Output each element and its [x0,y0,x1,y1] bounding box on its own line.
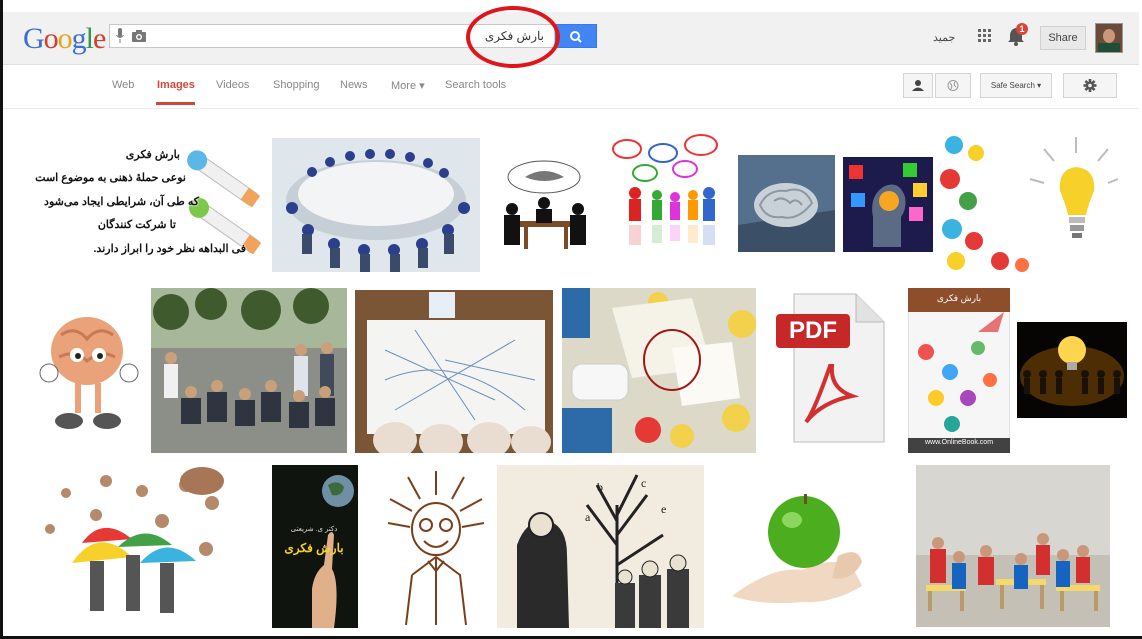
book-cover-title: بارش فکری [284,541,344,555]
puzzle-head [843,157,933,252]
tab-shopping[interactable]: Shopping [273,79,320,91]
image-result-6[interactable] [843,157,933,252]
apps-grid-icon[interactable] [978,29,992,43]
magnifier-icon [570,31,582,43]
settings-button[interactable] [1063,73,1117,98]
image-result-14[interactable] [1017,322,1127,418]
top-bar: Google بارش فکری جمید 1 Share [3,12,1139,65]
book-cover-title-2: بارش فکری [936,293,982,303]
safe-search-dropdown[interactable]: Safe Search ▾ [980,73,1052,98]
image-result-17[interactable] [382,465,490,627]
book-cover-author: دکتر ی. شریعتی [290,526,338,533]
avatar-face [1103,29,1115,43]
svg-text:a: a [585,510,591,524]
image-result-19[interactable] [712,486,908,606]
annotation-circle [466,6,560,68]
caption-line-2: نوعی حملهٔ ذهنی به موضوع است [35,172,186,184]
image-result-20[interactable] [916,465,1110,627]
book-cover-url: www.OnlineBook.com [924,439,994,446]
children-classroom [916,465,1110,627]
caption-line-5: فی البداهه نظر خود را ابراز دارند. [93,243,246,255]
idea-man-drawing [387,471,485,626]
image-result-4[interactable] [605,133,730,269]
image-result-11[interactable] [562,288,756,453]
share-button[interactable]: Share [1040,26,1086,50]
svg-text:e: e [661,502,666,516]
caption-line-1: بارش فکری [125,149,180,161]
notification-badge: 1 [1016,23,1028,35]
globe-icon [947,80,959,91]
tab-news[interactable]: News [340,79,368,91]
green-apple-hand [732,494,862,604]
nav-divider [3,108,1139,109]
image-result-8[interactable] [25,295,150,443]
crystal-brain [738,155,835,252]
tab-web[interactable]: Web [112,79,134,91]
book-cover-illustration [908,288,1010,453]
image-result-5[interactable] [738,155,835,252]
google-logo[interactable]: Google [23,22,106,56]
tab-search-tools[interactable]: Search tools [445,79,506,91]
image-result-3[interactable] [490,155,598,255]
gear-icon [1083,79,1097,92]
image-result-13[interactable]: بارش فکری www.OnlineBook.com [908,288,1010,453]
colorful-figures [612,134,718,245]
paper-notes-photo [562,288,756,453]
woodcut-engraving: b c e a [497,465,704,628]
image-result-18[interactable]: b c e a [497,465,704,628]
svg-text:b: b [597,480,603,494]
image-result-7[interactable] [940,133,1120,274]
caption-line-3: که طی آن، شرایطی ایجاد می‌شود [44,196,199,208]
image-result-2[interactable] [272,138,480,272]
tab-videos[interactable]: Videos [216,79,249,91]
search-button[interactable] [555,24,597,48]
personal-results-button[interactable] [903,73,933,98]
microphone-icon[interactable] [116,28,124,44]
whiteboard-classroom [355,290,553,453]
svg-text:c: c [641,476,646,490]
image-result-16[interactable]: دکتر ی. شریعتی بارش فکری [272,465,358,628]
round-table-illustration [286,149,470,272]
image-result-15[interactable] [36,463,236,628]
avatar[interactable] [1095,23,1123,53]
crumpled-paper-lightbulb [940,136,1119,272]
image-result-12[interactable]: PDF [770,292,888,445]
umbrella-cartoon [45,467,224,613]
caption-line-4: تا شرکت کنندگان [97,219,176,231]
meeting-silhouettes [504,160,586,249]
tab-images[interactable]: Images [157,79,195,91]
user-name[interactable]: جمید [933,31,955,44]
active-tab-indicator [156,102,195,105]
tab-more[interactable]: More ▾ [391,79,425,92]
avatar-shirt [1098,43,1120,52]
lightbulb-people [1017,322,1127,418]
image-result-9[interactable] [151,288,347,453]
person-icon [912,80,924,91]
global-results-button[interactable] [935,73,971,98]
students-photo [151,288,347,453]
pdf-label: PDF [789,317,837,344]
image-result-1[interactable]: بارش فکری نوعی حملهٔ ذهنی به موضوع است ک… [20,140,264,274]
brain-character [39,317,139,429]
camera-icon[interactable] [132,30,146,42]
image-result-10[interactable] [355,290,553,453]
